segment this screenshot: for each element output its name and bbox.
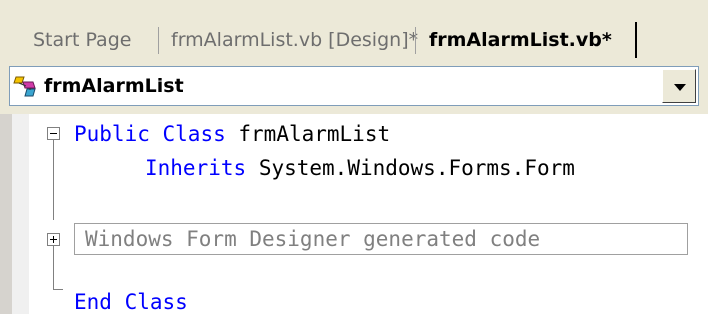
code-line-end-class: End Class (74, 290, 188, 314)
region-label: Windows Form Designer generated code (85, 227, 541, 251)
chevron-down-icon (674, 84, 686, 91)
tab-code-file[interactable]: frmAlarmList.vb* (429, 22, 612, 58)
tab-separator (415, 27, 416, 54)
tab-form-designer[interactable]: frmAlarmList.vb [Design]* (171, 22, 418, 58)
outline-guide (53, 140, 54, 220)
dropdown-button[interactable] (662, 69, 696, 103)
class-icon (13, 73, 43, 99)
outline-guide (53, 246, 54, 289)
code-line-class-declaration: Public Class frmAlarmList (74, 122, 391, 146)
active-tab-edge (635, 22, 637, 58)
code-editor[interactable]: Public Class frmAlarmList Inherits Syste… (0, 114, 708, 314)
collapse-class-toggle[interactable] (47, 127, 60, 140)
navigation-bar: frmAlarmList (0, 58, 708, 114)
selection-margin (12, 114, 29, 314)
minus-icon (50, 133, 57, 134)
expand-region-toggle[interactable] (47, 233, 60, 246)
code-line-inherits: Inherits System.Windows.Forms.Form (145, 156, 575, 180)
selected-class-name: frmAlarmList (44, 75, 184, 97)
indicator-margin (0, 114, 12, 314)
class-name-dropdown[interactable]: frmAlarmList (9, 66, 699, 106)
document-tab-strip: Start Page frmAlarmList.vb [Design]* frm… (0, 0, 708, 58)
collapsed-region[interactable]: Windows Form Designer generated code (74, 223, 688, 255)
tab-start-page[interactable]: Start Page (33, 22, 131, 58)
tab-separator (158, 27, 159, 54)
outline-guide-end (53, 289, 63, 290)
